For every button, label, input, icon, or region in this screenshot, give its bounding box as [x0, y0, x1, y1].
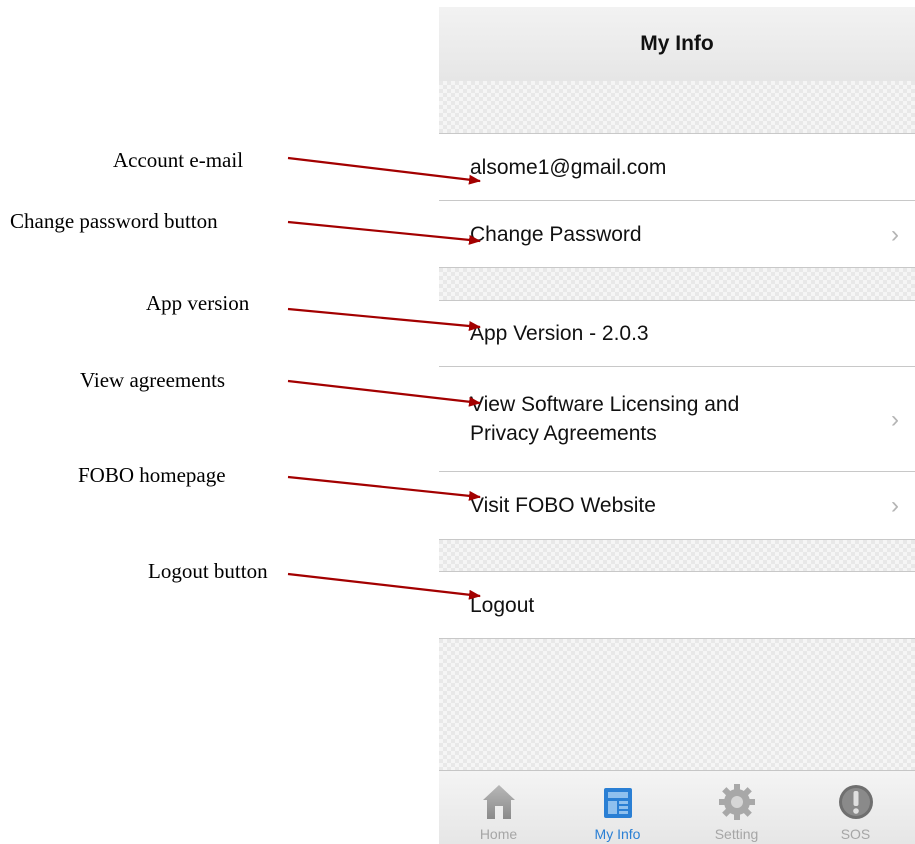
tab-setting[interactable]: Setting [677, 771, 796, 844]
tab-sos[interactable]: SOS [796, 771, 915, 844]
annotation-view-agreements: View agreements [80, 368, 226, 392]
section-spacer [439, 268, 915, 300]
page-title: My Info [640, 32, 714, 55]
change-password-row[interactable]: Change Password › [439, 201, 915, 268]
alert-icon [838, 785, 873, 819]
tab-my-info[interactable]: My Info [558, 771, 677, 844]
chevron-right-icon: › [891, 492, 899, 519]
phone-screen: My Info alsome1@gmail.com Change Passwor… [439, 7, 915, 844]
empty-background [439, 639, 915, 770]
navigation-bar: My Info [439, 7, 915, 81]
annotation-fobo-homepage: FOBO homepage [78, 463, 226, 487]
tab-bar: Home My Info Setting SOS [439, 770, 915, 844]
chevron-right-icon: › [891, 220, 899, 248]
annotation-change-password: Change password button [10, 209, 218, 233]
account-email-value: alsome1@gmail.com [470, 155, 667, 179]
chevron-right-icon: › [891, 405, 899, 433]
logout-row[interactable]: Logout [439, 571, 915, 639]
tab-home-label: Home [479, 826, 518, 842]
section-spacer [439, 81, 915, 133]
tab-home[interactable]: Home [439, 771, 558, 844]
app-version-row: App Version - 2.0.3 [439, 300, 915, 367]
change-password-label: Change Password [470, 222, 642, 246]
view-agreements-line-2: Privacy Agreements [470, 422, 657, 445]
annotation-account-email: Account e-mail [113, 148, 244, 172]
view-agreements-line-1: View Software Licensing and [470, 393, 740, 416]
annotation-logout: Logout button [148, 559, 268, 583]
tab-setting-label: Setting [714, 826, 759, 842]
logout-label: Logout [470, 593, 535, 617]
visit-website-row[interactable]: Visit FOBO Website › [439, 472, 915, 540]
gear-icon [718, 784, 755, 820]
tab-sos-label: SOS [840, 826, 871, 842]
view-agreements-label: View Software Licensing and Privacy Agre… [470, 390, 875, 448]
app-version-label: App Version - 2.0.3 [470, 322, 649, 345]
visit-website-label: Visit FOBO Website [470, 494, 656, 517]
home-icon [482, 785, 515, 819]
tab-my-info-label: My Info [594, 826, 641, 842]
account-email-row: alsome1@gmail.com [439, 133, 915, 201]
view-agreements-row[interactable]: View Software Licensing and Privacy Agre… [439, 367, 915, 472]
newspaper-icon [603, 788, 632, 818]
annotation-app-version: App version [146, 291, 250, 315]
section-spacer [439, 540, 915, 571]
